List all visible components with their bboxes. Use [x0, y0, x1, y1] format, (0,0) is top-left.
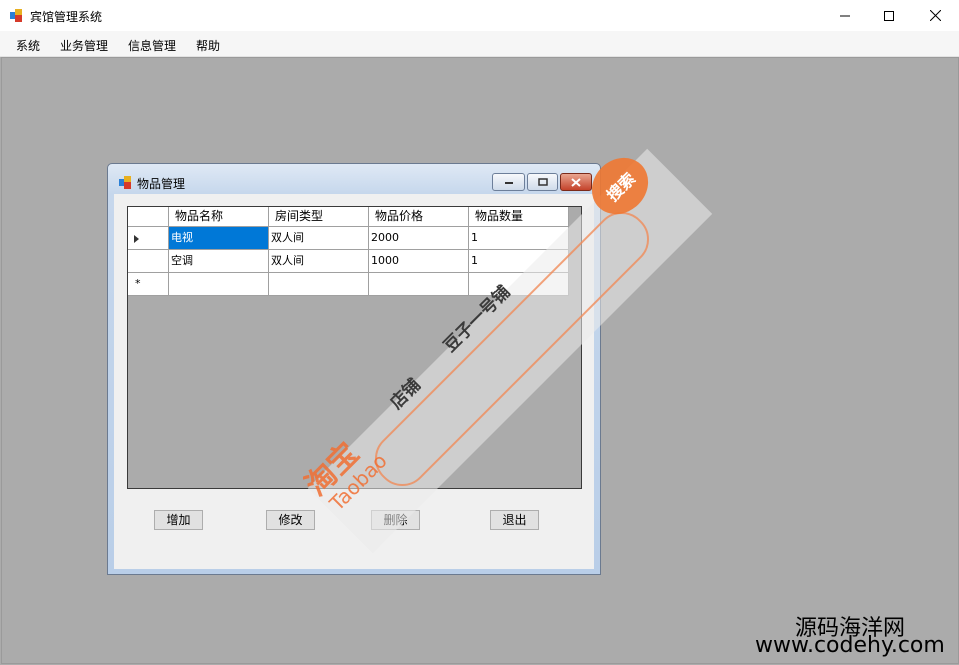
window-title: 宾馆管理系统 [30, 10, 103, 24]
table-cell[interactable]: 电视 [169, 227, 269, 250]
close-icon [929, 10, 941, 21]
new-row-cell[interactable] [169, 273, 269, 296]
menu-business[interactable]: 业务管理 [60, 37, 108, 54]
row-header[interactable] [128, 250, 169, 273]
column-header-item-qty[interactable]: 物品数量 [469, 207, 569, 227]
child-window-title: 物品管理 [137, 177, 186, 191]
column-header-item-name[interactable]: 物品名称 [169, 207, 269, 227]
menu-help[interactable]: 帮助 [196, 37, 220, 54]
add-button[interactable]: 增加 [154, 510, 203, 530]
current-row-arrow-icon [134, 235, 139, 243]
maximize-icon [537, 178, 548, 186]
new-row-cell[interactable] [269, 273, 369, 296]
row-header-new[interactable]: * [128, 273, 169, 296]
close-icon [571, 177, 581, 187]
main-titlebar: 宾馆管理系统 [0, 0, 959, 31]
maximize-button[interactable] [866, 0, 912, 31]
table-cell[interactable]: 双人间 [269, 250, 369, 273]
close-button[interactable] [912, 0, 958, 31]
child-window-icon [119, 176, 131, 189]
minimize-button[interactable] [822, 0, 868, 31]
child-close-button[interactable] [560, 173, 592, 191]
menu-system[interactable]: 系统 [16, 37, 40, 54]
site-url: www.codehy.com [755, 633, 945, 658]
grid-corner-header [128, 207, 169, 227]
exit-button[interactable]: 退出 [490, 510, 539, 530]
child-minimize-button[interactable] [492, 173, 525, 191]
row-header-current[interactable] [128, 227, 169, 250]
child-maximize-button[interactable] [527, 173, 558, 191]
edit-button[interactable]: 修改 [266, 510, 315, 530]
table-cell[interactable]: 双人间 [269, 227, 369, 250]
table-cell[interactable]: 2000 [369, 227, 469, 250]
app-icon [10, 9, 22, 22]
new-row-cell[interactable] [369, 273, 469, 296]
table-cell[interactable]: 空调 [169, 250, 269, 273]
column-header-room-type[interactable]: 房间类型 [269, 207, 369, 227]
maximize-icon [884, 10, 894, 21]
minimize-icon [504, 182, 513, 184]
menu-bar: 系统 业务管理 信息管理 帮助 [0, 31, 959, 57]
table-cell[interactable]: 1000 [369, 250, 469, 273]
menu-info[interactable]: 信息管理 [128, 37, 176, 54]
new-row-marker: * [135, 277, 141, 290]
minimize-icon [840, 15, 850, 16]
column-header-item-price[interactable]: 物品价格 [369, 207, 469, 227]
